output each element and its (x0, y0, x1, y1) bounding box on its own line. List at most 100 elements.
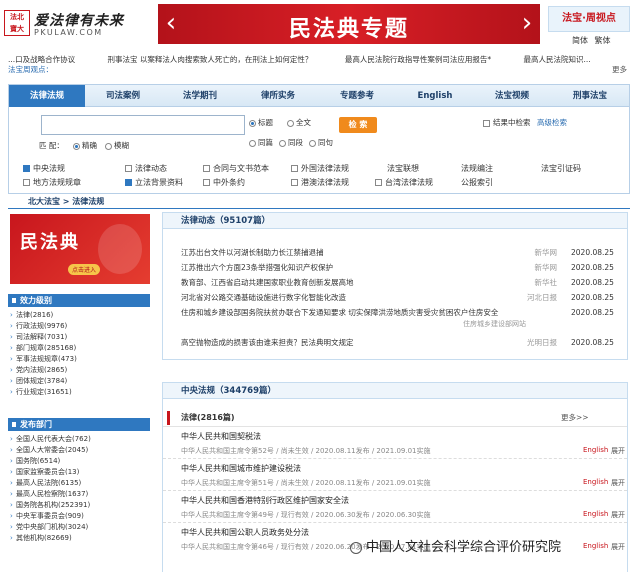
news-row[interactable]: 教育部、江西省启动共建国家职业教育创新发展高地 新华社 2020.08.25 (163, 275, 627, 290)
breadcrumb[interactable]: 北大法宝 > 法律法规 (28, 196, 104, 207)
notice-more-link[interactable]: 更多 (612, 64, 627, 75)
scope-full-option[interactable]: 全文 (287, 117, 311, 128)
lang-simplified-link[interactable]: 简体 (572, 36, 588, 45)
tab-criminal[interactable]: 刑事法宝 (551, 85, 629, 107)
category-citation-code[interactable]: 法宝引证码 (541, 163, 581, 174)
sidebar-item[interactable]: 最高人民检察院(1637) (8, 489, 150, 500)
news-title[interactable]: 河北省对公路交通基础设施进行数字化智能化改造 (181, 290, 346, 305)
search-button[interactable]: 检 索 (339, 117, 377, 133)
search-within-results[interactable]: 结果中检索 (483, 117, 531, 128)
category-treaties[interactable]: 中外条约 (203, 177, 245, 188)
tab-topics[interactable]: 专题参考 (317, 85, 397, 107)
sidebar-item[interactable]: 其他机构(82669) (8, 533, 150, 544)
section-marker (167, 411, 170, 425)
category-association[interactable]: 法宝联想 (387, 163, 419, 174)
civil-code-banner[interactable]: ‹ 民法典专题 › (158, 4, 540, 44)
expand-link[interactable]: 展开 (611, 446, 625, 456)
sidebar-item[interactable]: 国务院各机构(252391) (8, 500, 150, 511)
news-row[interactable]: 江苏推出六个方面23条举措强化知识产权保护 新华网 2020.08.25 (163, 260, 627, 275)
sidebar-item[interactable]: 行政法规(9976) (8, 321, 150, 332)
sidebar-item[interactable]: 军事法规规章(473) (8, 354, 150, 365)
sidebar-item[interactable]: 国务院(6514) (8, 456, 150, 467)
law-title[interactable]: 中华人民共和国契税法 (181, 431, 261, 442)
news-date: 2020.08.25 (571, 248, 614, 257)
category-dynamics[interactable]: 法律动态 (125, 163, 167, 174)
english-link[interactable]: English (583, 446, 608, 454)
search-panel: 法律法规 司法案例 法学期刊 律所实务 专题参考 English 法宝视频 刑事… (8, 84, 630, 194)
site-logo[interactable]: 法北 寶大 (4, 10, 30, 36)
advanced-search-link[interactable]: 高级检索 (537, 117, 567, 128)
news-title[interactable]: 江苏推出六个方面23条举措强化知识产权保护 (181, 260, 333, 275)
law-title[interactable]: 中华人民共和国城市维护建设税法 (181, 463, 301, 474)
news-row[interactable]: 高空抛物造成的损害该由谁来担责？民法典明文规定 光明日报 2020.08.25 (163, 335, 627, 350)
tab-cases[interactable]: 司法案例 (85, 85, 161, 107)
english-link[interactable]: English (583, 478, 608, 486)
legal-dynamics-title[interactable]: 法律动态（95107篇） (163, 213, 627, 229)
english-link[interactable]: English (583, 510, 608, 518)
sidebar-item[interactable]: 党内法规(2865) (8, 365, 150, 376)
news-title[interactable]: 高空抛物造成的损害该由谁来担责？民法典明文规定 (181, 335, 354, 350)
banner-next-icon[interactable]: › (518, 10, 536, 38)
law-meta: 中华人民共和国主席令第49号 / 现行有效 / 2020.06.30发布 / 2… (181, 511, 431, 519)
sidebar-item[interactable]: 团体规定(3784) (8, 376, 150, 387)
news-date: 2020.08.25 (571, 263, 614, 272)
category-central[interactable]: 中央法规 (23, 163, 65, 174)
sidebar-item[interactable]: 党中央部门机构(3024) (8, 522, 150, 533)
sidebar-item[interactable]: 全国人民代表大会(762) (8, 434, 150, 445)
search-input[interactable] (41, 115, 245, 135)
tab-video[interactable]: 法宝视频 (473, 85, 551, 107)
expand-link[interactable]: 展开 (611, 542, 625, 552)
news-row[interactable]: 河北省对公路交通基础设施进行数字化智能化改造 河北日报 2020.08.25 (163, 290, 627, 305)
checkbox-icon (23, 165, 30, 172)
sidebar-item[interactable]: 行业规定(31651) (8, 387, 150, 398)
tab-practice[interactable]: 律所实务 (239, 85, 317, 107)
category-foreign[interactable]: 外国法律法规 (291, 163, 349, 174)
scope-title-option[interactable]: 标题 (249, 117, 273, 128)
sidebar-section-issuer[interactable]: 发布部门 (8, 418, 150, 431)
sidebar-item[interactable]: 全国人大常委会(2045) (8, 445, 150, 456)
category-hk-macau[interactable]: 港澳法律法规 (291, 177, 349, 188)
scope-same-article-option[interactable]: 同篇 (249, 137, 273, 148)
tab-journals[interactable]: 法学期刊 (161, 85, 239, 107)
match-exact-option[interactable]: 精确 (73, 140, 97, 151)
sidebar-section-validity[interactable]: 效力级别 (8, 294, 150, 307)
notice-label: 法宝周观点： (8, 65, 53, 74)
category-contracts[interactable]: 合同与文书范本 (203, 163, 269, 174)
sidebar-item[interactable]: 法律(2816) (8, 310, 150, 321)
news-source: 住房城乡建设部网站 (463, 320, 526, 328)
category-local[interactable]: 地方法规规章 (23, 177, 81, 188)
scope-same-sentence-option[interactable]: 同句 (309, 137, 333, 148)
law-title[interactable]: 中华人民共和国香港特别行政区维护国家安全法 (181, 495, 349, 506)
more-link[interactable]: 更多>> (561, 409, 589, 427)
scope-same-paragraph-option[interactable]: 同段 (279, 137, 303, 148)
category-annotation[interactable]: 法规编注 (461, 163, 493, 174)
news-title[interactable]: 江苏出台文件以河湖长制助力长江禁捕退捕 (181, 245, 324, 260)
tab-laws[interactable]: 法律法规 (9, 85, 85, 107)
central-laws-title[interactable]: 中央法规（344769篇） (163, 383, 627, 399)
news-row[interactable]: 住房和城乡建设部国务院扶贫办联合下发通知要求 切实保障洪涝地质灾害受灾贫困农户住… (163, 305, 627, 335)
sidebar-item[interactable]: 中央军事委员会(909) (8, 511, 150, 522)
sidebar-item[interactable]: 部门规章(285168) (8, 343, 150, 354)
news-title[interactable]: 住房和城乡建设部国务院扶贫办联合下发通知要求 切实保障洪涝地质灾害受灾贫困农户住… (181, 305, 498, 320)
match-fuzzy-option[interactable]: 模糊 (105, 140, 129, 151)
category-legislative-bg[interactable]: 立法背景资料 (125, 177, 183, 188)
category-gazette-index[interactable]: 公报索引 (461, 177, 493, 188)
news-date: 2020.08.25 (571, 293, 614, 302)
weekly-viewpoint-badge[interactable]: 法宝·周视点 (548, 6, 630, 32)
news-title[interactable]: 教育部、江西省启动共建国家职业教育创新发展高地 (181, 275, 354, 290)
sidebar-item[interactable]: 司法解释(7031) (8, 332, 150, 343)
sidebar-item[interactable]: 国家监察委员会(13) (8, 467, 150, 478)
expand-link[interactable]: 展开 (611, 510, 625, 520)
tab-english[interactable]: English (397, 85, 473, 107)
lang-traditional-link[interactable]: 繁体 (595, 36, 611, 45)
law-title[interactable]: 中华人民共和国公职人员政务处分法 (181, 527, 309, 538)
expand-link[interactable]: 展开 (611, 478, 625, 488)
main-nav: 法律法规 司法案例 法学期刊 律所实务 专题参考 English 法宝视频 刑事… (9, 85, 629, 107)
sidebar-item[interactable]: 最高人民法院(6135) (8, 478, 150, 489)
promo-enter-button[interactable]: 点击进入 (68, 264, 101, 275)
civil-code-promo[interactable]: 民法典 点击进入 (10, 214, 150, 284)
english-link[interactable]: English (583, 542, 608, 550)
radio-icon (249, 119, 256, 127)
category-taiwan[interactable]: 台湾法律法规 (375, 177, 433, 188)
news-row[interactable]: 江苏出台文件以河湖长制助力长江禁捕退捕 新华网 2020.08.25 (163, 245, 627, 260)
